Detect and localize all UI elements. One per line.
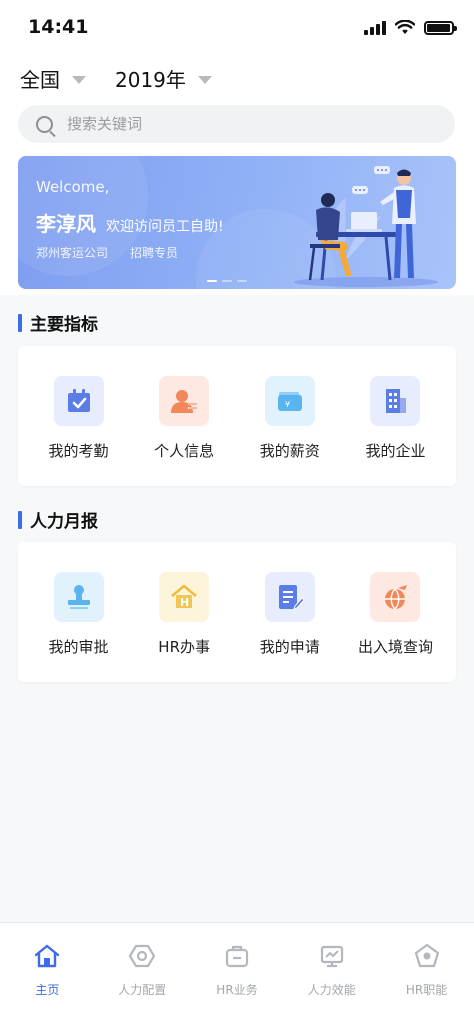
tab-pentagon[interactable]: HR职能: [379, 923, 474, 1026]
svg-text:H: H: [180, 596, 189, 609]
tab-label: 人力配置: [118, 983, 167, 997]
document-edit-icon: [264, 572, 315, 622]
building-icon: [370, 376, 421, 426]
calendar-check-icon: [53, 376, 104, 426]
hr-monthly-item[interactable]: 出入境查询: [343, 542, 448, 657]
carousel-dot[interactable]: [237, 280, 247, 282]
user-name: 李淳风: [36, 212, 96, 236]
section-accent-bar: [18, 313, 22, 332]
pentagon-icon: [412, 941, 442, 971]
carousel-indicator: [207, 280, 247, 282]
tab-label: 主页: [35, 983, 60, 997]
main-indicator-item[interactable]: 我的企业: [343, 346, 448, 461]
search-bar[interactable]: [18, 105, 455, 143]
hr-monthly-item[interactable]: 我的审批: [26, 542, 131, 657]
search-input[interactable]: [67, 115, 427, 133]
banner-info-row: 郑州客运公司 招聘专员: [36, 244, 178, 261]
section-title-text: 人力月报: [30, 512, 98, 532]
search-icon: [36, 115, 53, 133]
person-card-icon: [159, 376, 210, 426]
banner-greeting: 欢迎访问员工自助!: [106, 219, 224, 235]
caret-down-icon: [72, 75, 86, 84]
main-indicator-item-label: 我的企业: [365, 442, 426, 460]
tab-home[interactable]: 主页: [0, 923, 95, 1026]
section-accent-bar: [18, 510, 22, 529]
main-indicator-item-label: 个人信息: [154, 442, 215, 460]
hr-monthly-item-label: 我的审批: [48, 638, 109, 656]
hr-monthly-card: 我的审批 H HR办事 我的申请 出入境查询: [18, 542, 456, 682]
tab-label: HR业务: [216, 983, 258, 997]
main-indicators-grid: 我的考勤 个人信息 ¥ 我的薪资 我的企业: [18, 346, 456, 461]
user-company: 郑州客运公司: [36, 246, 109, 260]
main-indicator-item-label: 我的薪资: [259, 442, 320, 460]
main-indicator-item-label: 我的考勤: [48, 442, 109, 460]
caret-down-icon: [197, 75, 212, 84]
chart-monitor-icon: [317, 941, 347, 971]
search-container: [0, 100, 474, 150]
tab-briefcase[interactable]: HR业务: [190, 923, 285, 1026]
svg-text:¥: ¥: [285, 400, 290, 409]
main-indicator-item[interactable]: 我的考勤: [26, 346, 131, 461]
main-indicator-item[interactable]: 个人信息: [132, 346, 237, 461]
section-title-text: 主要指标: [30, 315, 98, 335]
battery-icon: [424, 20, 457, 35]
header-filters: 全国 2019年: [0, 56, 474, 100]
stamp-icon: [53, 572, 104, 622]
tab-chart-monitor[interactable]: 人力效能: [284, 923, 379, 1026]
region-label: 全国: [20, 68, 60, 92]
tab-hexagon[interactable]: 人力配置: [95, 923, 190, 1026]
cellular-signal-icon: [364, 20, 386, 35]
hr-monthly-item[interactable]: 我的申请: [237, 542, 342, 657]
wifi-icon: [395, 20, 415, 34]
office-workers-illustration: [294, 166, 438, 287]
status-bar: 14:41: [0, 0, 474, 56]
bottom-tab-bar: 主页 人力配置 HR业务 人力效能 HR职能: [0, 922, 474, 1026]
banner-name-row: 李淳风 欢迎访问员工自助!: [36, 208, 224, 237]
app-screen: 14:41 全国 2019年 搜索关键词 Welcome, 李淳风 欢迎访问员工…: [0, 0, 474, 1026]
user-role: 招聘专员: [130, 246, 179, 260]
tab-label: HR职能: [405, 983, 448, 997]
main-indicator-item[interactable]: ¥ 我的薪资: [237, 346, 342, 461]
hr-monthly-item[interactable]: H HR办事: [132, 542, 237, 657]
carousel-dot[interactable]: [222, 280, 232, 282]
house-h-icon: H: [159, 572, 210, 622]
hr-monthly-item-label: 我的申请: [259, 638, 320, 656]
status-icons: [364, 20, 457, 35]
hexagon-icon: [127, 941, 157, 971]
year-dropdown[interactable]: 2019年: [115, 64, 212, 93]
hr-monthly-grid: 我的审批 H HR办事 我的申请 出入境查询: [18, 542, 456, 657]
briefcase-icon: [222, 941, 252, 971]
hr-monthly-item-label: 出入境查询: [357, 638, 433, 656]
section-main-indicators-title: 主要指标: [18, 310, 98, 335]
year-label: 2019年: [115, 68, 186, 92]
welcome-banner[interactable]: Welcome, 李淳风 欢迎访问员工自助! 郑州客运公司 招聘专员: [18, 156, 456, 289]
status-time: 14:41: [28, 16, 89, 38]
hr-monthly-item-label: HR办事: [158, 638, 210, 656]
main-indicators-card: 我的考勤 个人信息 ¥ 我的薪资 我的企业: [18, 346, 456, 486]
carousel-dot[interactable]: [207, 280, 217, 282]
region-dropdown[interactable]: 全国: [20, 64, 86, 93]
tab-label: 人力效能: [307, 983, 356, 997]
globe-plane-icon: [370, 572, 421, 622]
wallet-icon: ¥: [264, 376, 315, 426]
section-hr-monthly-title: 人力月报: [18, 507, 98, 532]
home-icon: [32, 941, 62, 971]
banner-welcome: Welcome,: [36, 178, 110, 196]
